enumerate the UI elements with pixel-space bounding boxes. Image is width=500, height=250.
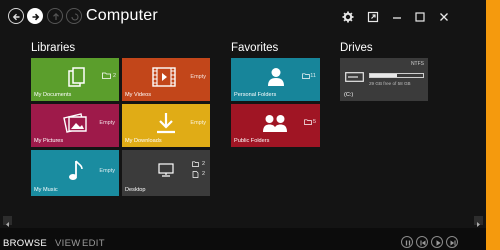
mode-tab-edit[interactable]: EDIT <box>82 238 105 249</box>
hard-drive-icon <box>345 72 364 82</box>
close-button[interactable] <box>436 9 452 25</box>
drives-header: Drives <box>340 42 373 54</box>
library-tile-my-pictures[interactable]: Empty My Pictures <box>31 104 119 147</box>
drive-usage-bar <box>369 73 424 78</box>
tile-count: 2 <box>112 73 116 79</box>
refresh-button[interactable] <box>66 8 82 24</box>
mode-tab-browse[interactable]: BROWSE <box>3 238 47 249</box>
tile-label: My Music <box>34 187 58 193</box>
forward-button[interactable] <box>27 8 43 24</box>
file-count: 2 <box>201 171 205 177</box>
tile-count: Empty <box>190 74 206 80</box>
folder-icon <box>302 73 310 79</box>
play-icon <box>436 240 441 246</box>
drive-tile-c[interactable]: NTFS 29 GB free of 58 GB (C:) <box>340 58 428 101</box>
explorer-window: Computer Libraries Favorites Drives 2 My… <box>0 0 486 250</box>
folder-icon <box>102 72 111 79</box>
file-icon <box>192 171 199 178</box>
pause-icon <box>405 240 411 246</box>
drive-free-space: 29 GB free of 58 GB <box>369 81 411 86</box>
maximize-icon <box>415 12 425 22</box>
refresh-icon <box>71 13 79 21</box>
folder-icon <box>304 119 312 125</box>
settings-button[interactable] <box>340 9 356 25</box>
favorite-tile-public-folders[interactable]: 5 Public Folders <box>231 104 320 147</box>
open-external-button[interactable] <box>365 9 381 25</box>
tile-label: My Documents <box>34 92 72 98</box>
previous-button[interactable] <box>416 236 428 248</box>
tile-count: 5 <box>312 119 316 125</box>
libraries-header: Libraries <box>31 42 76 54</box>
scroll-right-button[interactable] <box>474 216 483 227</box>
music-note-icon <box>69 160 83 180</box>
tile-count: Empty <box>99 168 115 174</box>
back-button[interactable] <box>8 8 24 24</box>
tile-label: Desktop <box>125 187 146 193</box>
up-button[interactable] <box>47 8 63 24</box>
library-tile-my-downloads[interactable]: Empty My Downloads <box>122 104 210 147</box>
tile-label: Personal Folders <box>234 92 277 98</box>
favorites-header: Favorites <box>231 42 279 54</box>
folder-icon <box>192 161 199 167</box>
minimize-icon <box>393 17 401 19</box>
skip-forward-icon <box>450 240 456 246</box>
pictures-icon <box>63 113 87 133</box>
close-icon <box>440 13 448 21</box>
documents-icon <box>68 67 85 87</box>
arrow-left-icon <box>12 13 20 21</box>
skip-back-icon <box>420 240 426 246</box>
minimize-button[interactable] <box>389 9 405 25</box>
window-title: Computer <box>86 7 158 24</box>
desktop-background <box>486 0 500 250</box>
arrow-right-icon <box>32 13 40 21</box>
person-icon <box>268 68 284 86</box>
film-icon <box>152 67 176 87</box>
tile-label: My Downloads <box>125 138 162 144</box>
tile-label: My Pictures <box>34 138 64 144</box>
desktop-icon <box>158 163 174 177</box>
play-button[interactable] <box>431 236 443 248</box>
tile-count: 11 <box>310 73 316 79</box>
favorite-tile-personal-folders[interactable]: 11 Personal Folders <box>231 58 320 101</box>
tile-count: Empty <box>190 120 206 126</box>
download-icon <box>157 113 175 134</box>
drive-filesystem: NTFS <box>410 61 424 67</box>
library-tile-my-videos[interactable]: Empty My Videos <box>122 58 210 101</box>
mode-tab-view[interactable]: VIEW <box>55 238 80 249</box>
arrow-up-icon <box>53 12 59 20</box>
people-icon <box>263 115 287 132</box>
tile-count: Empty <box>99 120 115 126</box>
drive-letter: (C:) <box>344 92 354 98</box>
gear-icon <box>342 11 354 23</box>
maximize-button[interactable] <box>412 9 428 25</box>
library-tile-my-documents[interactable]: 2 My Documents <box>31 58 119 101</box>
next-button[interactable] <box>446 236 458 248</box>
library-tile-desktop[interactable]: 2 2 Desktop <box>122 150 210 196</box>
tile-label: Public Folders <box>234 138 270 144</box>
drive-usage-fill <box>370 74 397 77</box>
folder-count: 2 <box>201 161 205 167</box>
tile-label: My Videos <box>125 92 152 98</box>
library-tile-my-music[interactable]: Empty My Music <box>31 150 119 196</box>
scroll-left-button[interactable] <box>3 216 12 227</box>
pause-button[interactable] <box>401 236 413 248</box>
open-external-icon <box>367 11 379 23</box>
